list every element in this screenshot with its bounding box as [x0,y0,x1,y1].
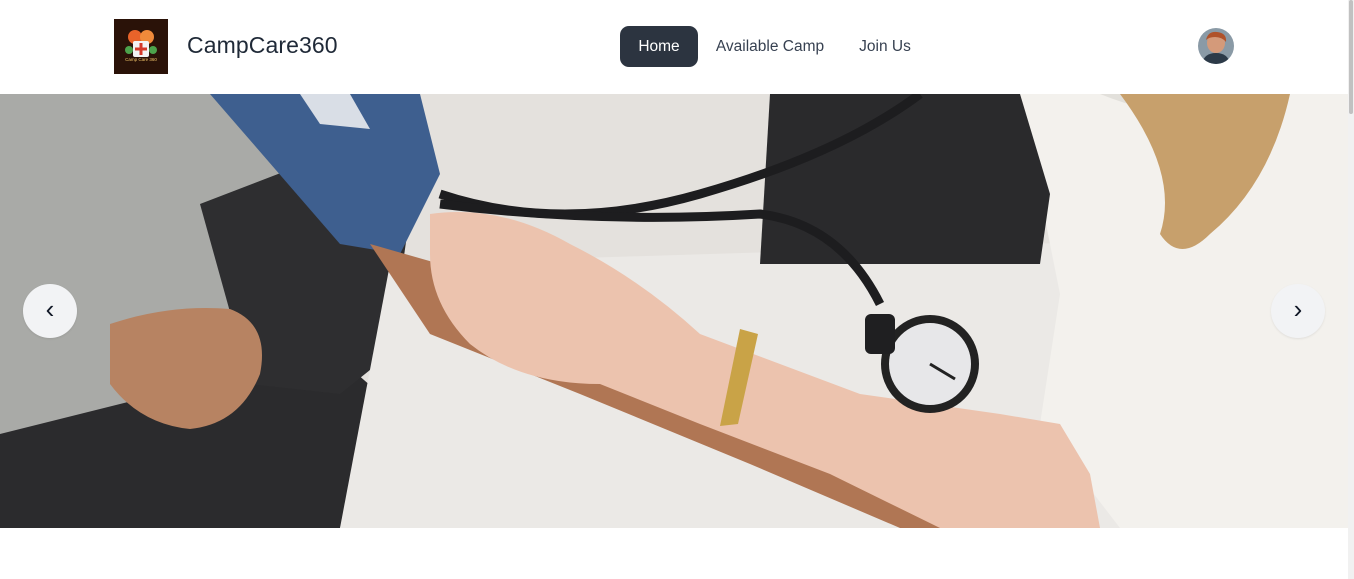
avatar-portrait [1198,28,1234,64]
hero-carousel[interactable]: ‹ › [0,94,1348,528]
carousel-next-button[interactable]: › [1271,284,1325,338]
page-scrollbar[interactable] [1348,0,1354,579]
nav-home[interactable]: Home [620,26,698,67]
logo-text: Camp Care 360 [125,57,157,62]
chevron-right-icon: › [1293,294,1303,324]
nav-available-camp[interactable]: Available Camp [708,26,832,67]
user-avatar[interactable] [1198,28,1234,64]
hero-slide-image [0,94,1348,528]
scrollbar-thumb[interactable] [1349,0,1353,114]
nav-join-us[interactable]: Join Us [852,26,918,67]
logo-emblem [125,30,157,57]
navbar: Camp Care 360 CampCare360 Home Available… [0,0,1348,94]
brand-name[interactable]: CampCare360 [187,32,338,59]
carousel-prev-button[interactable]: ‹ [23,284,77,338]
site-logo[interactable]: Camp Care 360 [114,19,168,74]
chevron-left-icon: ‹ [45,294,55,324]
